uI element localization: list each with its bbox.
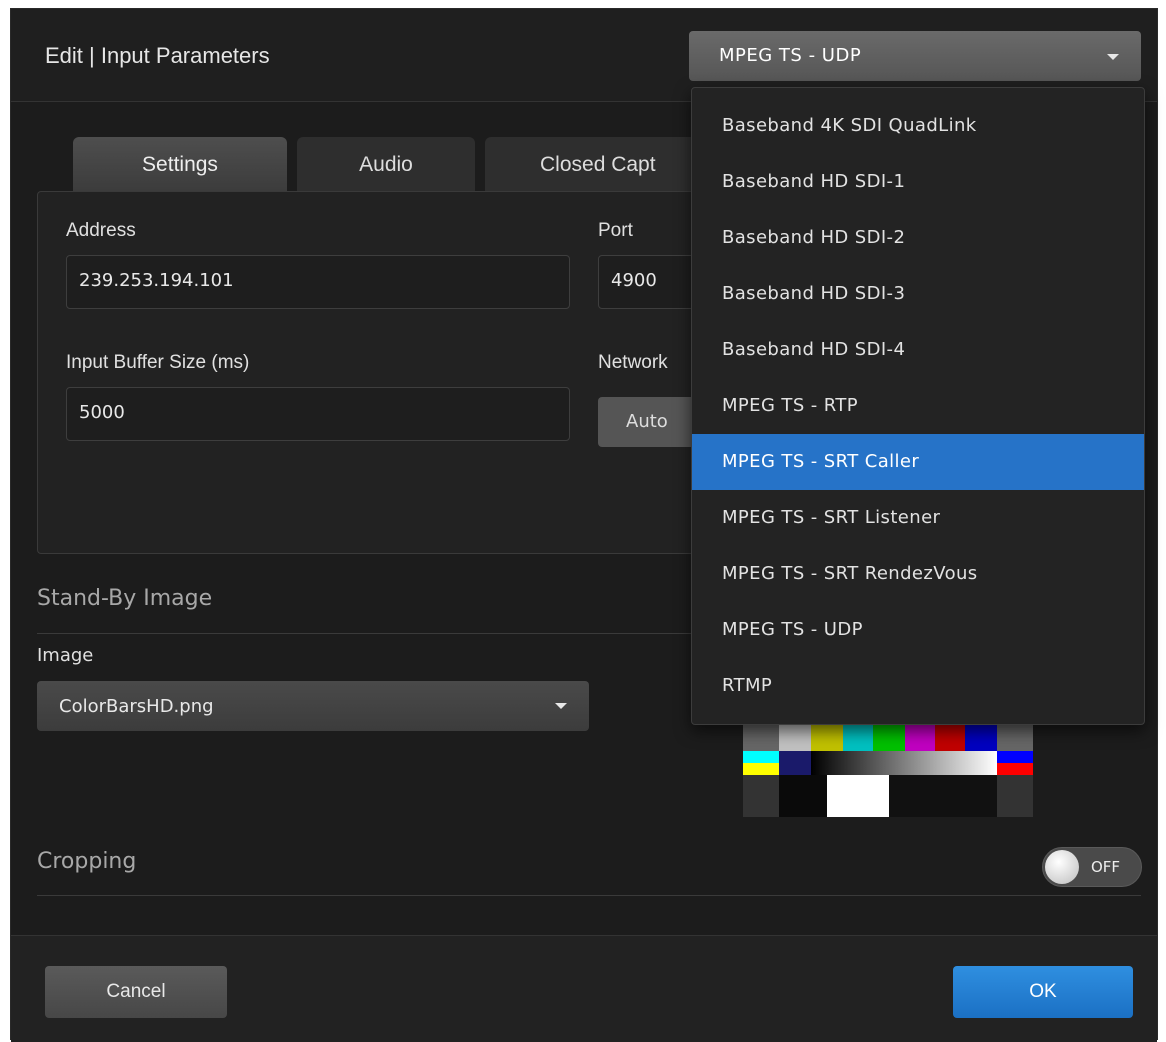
dropdown-item-mpeg-ts-srt-caller[interactable]: MPEG TS - SRT Caller [692, 434, 1144, 490]
buffer-size-field[interactable]: 5000 [66, 387, 570, 441]
address-label: Address [66, 220, 136, 241]
settings-panel: Address 239.253.194.101 Port 4900 Input … [37, 191, 738, 554]
input-type-value: MPEG TS - UDP [719, 45, 862, 66]
cropping-divider [37, 895, 1141, 896]
dropdown-item-mpeg-ts-srt-listener[interactable]: MPEG TS - SRT Listener [692, 490, 1144, 546]
dropdown-item-mpeg-ts-udp[interactable]: MPEG TS - UDP [692, 602, 1144, 658]
color-bars-preview [743, 709, 1033, 817]
standby-divider [37, 633, 717, 634]
chevron-down-icon [1107, 54, 1119, 60]
cropping-heading: Cropping [37, 849, 137, 874]
standby-image-select[interactable]: ColorBarsHD.png [37, 681, 589, 731]
port-label: Port [598, 220, 633, 241]
tab-audio[interactable]: Audio [297, 137, 475, 191]
dropdown-item-baseband-hd-sdi-2[interactable]: Baseband HD SDI-2 [692, 210, 1144, 266]
dialog-title: Edit | Input Parameters [45, 43, 270, 68]
dropdown-item-rtmp[interactable]: RTMP [692, 658, 1144, 714]
dropdown-item-mpeg-ts-rtp[interactable]: MPEG TS - RTP [692, 378, 1144, 434]
dropdown-item-baseband-4k-quadlink[interactable]: Baseband 4K SDI QuadLink [692, 98, 1144, 154]
buffer-size-label: Input Buffer Size (ms) [66, 352, 250, 373]
dropdown-item-baseband-hd-sdi-3[interactable]: Baseband HD SDI-3 [692, 266, 1144, 322]
input-type-dropdown-menu: Baseband 4K SDI QuadLink Baseband HD SDI… [691, 87, 1145, 725]
chevron-down-icon [555, 703, 567, 709]
ok-button[interactable]: OK [953, 966, 1133, 1018]
tab-settings[interactable]: Settings [73, 137, 287, 191]
toggle-knob [1045, 850, 1079, 884]
cancel-button[interactable]: Cancel [45, 966, 227, 1018]
dropdown-item-baseband-hd-sdi-4[interactable]: Baseband HD SDI-4 [692, 322, 1144, 378]
input-type-select[interactable]: MPEG TS - UDP [689, 31, 1141, 81]
standby-image-heading: Stand-By Image [37, 586, 213, 611]
standby-image-value: ColorBarsHD.png [59, 696, 214, 717]
image-label: Image [37, 645, 94, 666]
dialog-footer: Cancel OK [11, 935, 1157, 1042]
toggle-state-label: OFF [1091, 858, 1121, 876]
dropdown-item-mpeg-ts-srt-rendezvous[interactable]: MPEG TS - SRT RendezVous [692, 546, 1144, 602]
tab-closed-captions[interactable]: Closed Capt [485, 137, 725, 191]
address-field[interactable]: 239.253.194.101 [66, 255, 570, 309]
cropping-toggle[interactable]: OFF [1042, 847, 1142, 887]
network-label: Network [598, 352, 668, 373]
edit-input-dialog: Edit | Input Parameters MPEG TS - UDP Se… [10, 8, 1158, 1042]
dropdown-item-baseband-hd-sdi-1[interactable]: Baseband HD SDI-1 [692, 154, 1144, 210]
